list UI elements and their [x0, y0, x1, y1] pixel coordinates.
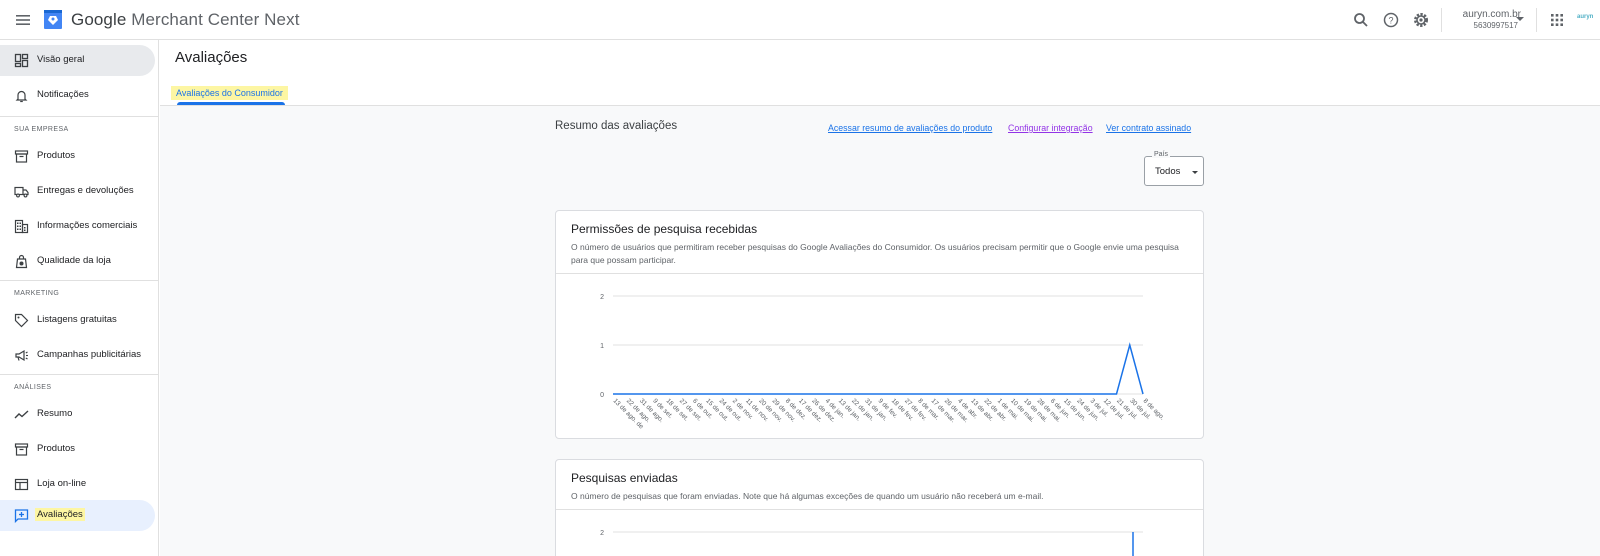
- web-store-icon: [14, 478, 29, 491]
- account-logo[interactable]: auryn: [1577, 14, 1593, 20]
- sidebar-divider: [0, 374, 159, 375]
- permissions-line-chart: 01213 de ago. de22 de ago.31 de ago.9 de…: [600, 294, 1166, 431]
- account-switcher[interactable]: auryn.com.br 5630997517: [1446, 6, 1526, 34]
- sidebar-item-products[interactable]: Produtos: [0, 141, 155, 172]
- sidebar-divider: [0, 116, 159, 117]
- account-dropdown-icon[interactable]: [1516, 17, 1524, 21]
- tab-label: Avaliações do Consumidor: [171, 86, 288, 100]
- section-label-business: SUA EMPRESA: [14, 126, 69, 133]
- configure-integration-link[interactable]: Configurar integração: [1008, 123, 1093, 133]
- account-name: auryn.com.br: [1462, 9, 1521, 20]
- page-header: Avaliações Avaliações do Consumidor: [160, 40, 1600, 106]
- account-divider: [1441, 8, 1442, 32]
- sidebar-item-online-store[interactable]: Loja on-line: [0, 469, 155, 500]
- card-title: Permissões de pesquisa recebidas: [571, 222, 758, 236]
- store-quality-icon: [15, 254, 28, 269]
- search-icon[interactable]: [1351, 10, 1371, 30]
- sidebar-item-shipping[interactable]: Entregas e devoluções: [0, 176, 155, 207]
- page-title: Avaliações: [175, 49, 248, 66]
- dashboard-icon: [14, 53, 29, 68]
- sidebar-divider: [0, 280, 159, 281]
- sidebar-item-overview[interactable]: Visão geral: [0, 45, 155, 76]
- y-tick-label: 0: [600, 392, 604, 399]
- brand-google: Google: [71, 10, 127, 29]
- card-description: O número de pesquisas que foram enviadas…: [571, 491, 1044, 501]
- sidebar-item-campaigns[interactable]: Campanhas publicitárias: [0, 340, 155, 371]
- sidebar-item-label: Entregas e devoluções: [37, 185, 134, 196]
- sidebar: Visão geral Notificações SUA EMPRESA Pro…: [0, 40, 159, 556]
- y-tick-label: 2: [600, 530, 604, 537]
- tab-consumer-reviews[interactable]: Avaliações do Consumidor: [171, 83, 288, 106]
- permissions-card: Permissões de pesquisa recebidas O númer…: [555, 210, 1204, 439]
- review-icon: [14, 509, 29, 523]
- sidebar-item-reviews[interactable]: Avaliações: [0, 500, 155, 531]
- building-icon: [14, 219, 29, 234]
- series-line: [613, 342, 1144, 395]
- surveys-card: Pesquisas enviadas O número de pesquisas…: [555, 459, 1204, 556]
- sidebar-item-label: Listagens gratuitas: [37, 314, 117, 325]
- box-icon: [14, 443, 29, 456]
- apps-grid-icon[interactable]: [1547, 10, 1567, 30]
- help-icon[interactable]: ?: [1381, 10, 1401, 30]
- signed-contract-link[interactable]: Ver contrato assinado: [1106, 123, 1191, 133]
- account-id: 5630997517: [1473, 21, 1519, 30]
- tag-icon: [14, 313, 29, 328]
- y-tick-label: 2: [600, 294, 604, 301]
- sidebar-item-label: Avaliações: [35, 508, 85, 521]
- chevron-down-icon: [1192, 171, 1198, 174]
- truck-icon: [14, 186, 29, 198]
- product-reviews-summary-link[interactable]: Acessar resumo de avaliações do produto: [828, 123, 992, 133]
- sidebar-item-label: Loja on-line: [37, 478, 87, 489]
- settings-gear-icon[interactable]: [1411, 10, 1431, 30]
- svg-text:?: ?: [1388, 16, 1393, 26]
- country-label: País: [1152, 151, 1171, 158]
- section-label-marketing: MARKETING: [14, 290, 60, 297]
- y-tick-label: 1: [600, 343, 604, 350]
- sidebar-item-label: Informações comerciais: [37, 220, 138, 231]
- sidebar-item-summary[interactable]: Resumo: [0, 399, 155, 430]
- country-value: Todos: [1155, 166, 1181, 177]
- card-title: Pesquisas enviadas: [571, 471, 678, 485]
- sidebar-item-analytics-products[interactable]: Produtos: [0, 434, 155, 465]
- main-content: Avaliações Avaliações do Consumidor Resu…: [160, 40, 1600, 556]
- sidebar-item-store-quality[interactable]: Qualidade da loja: [0, 246, 155, 277]
- surveys-line-chart: 2: [600, 530, 1143, 556]
- card-description: O número de usuários que permitiram rece…: [571, 242, 1179, 265]
- menu-icon[interactable]: [13, 10, 33, 30]
- megaphone-icon: [15, 349, 28, 362]
- app-title: Google Merchant Center Next: [71, 10, 300, 30]
- sidebar-item-label: Resumo: [37, 408, 73, 419]
- sidebar-item-label: Produtos: [37, 150, 76, 161]
- brand-product: Merchant Center Next: [126, 10, 300, 29]
- top-app-bar: Google Merchant Center Next ? auryn.com.…: [0, 0, 1600, 40]
- sidebar-item-label: Visão geral: [37, 54, 85, 65]
- section-label-analytics: ANÁLISES: [14, 384, 52, 391]
- sidebar-item-label: Produtos: [37, 443, 76, 454]
- trending-icon: [14, 410, 29, 419]
- sidebar-item-notifications[interactable]: Notificações: [0, 80, 155, 111]
- tab-active-indicator: [177, 102, 285, 105]
- box-icon: [14, 150, 29, 163]
- sidebar-item-label: Campanhas publicitárias: [37, 349, 142, 360]
- sidebar-item-free-listings[interactable]: Listagens gratuitas: [0, 305, 155, 336]
- sidebar-item-label: Qualidade da loja: [37, 255, 111, 266]
- sidebar-item-label: Notificações: [37, 89, 89, 100]
- apps-divider: [1536, 8, 1537, 32]
- reviews-summary-title: Resumo das avaliações: [555, 120, 678, 132]
- sidebar-item-business-info[interactable]: Informações comerciais: [0, 211, 155, 242]
- country-select[interactable]: País Todos: [1144, 151, 1204, 186]
- merchant-center-logo-icon: [44, 10, 62, 29]
- bell-icon: [15, 90, 28, 103]
